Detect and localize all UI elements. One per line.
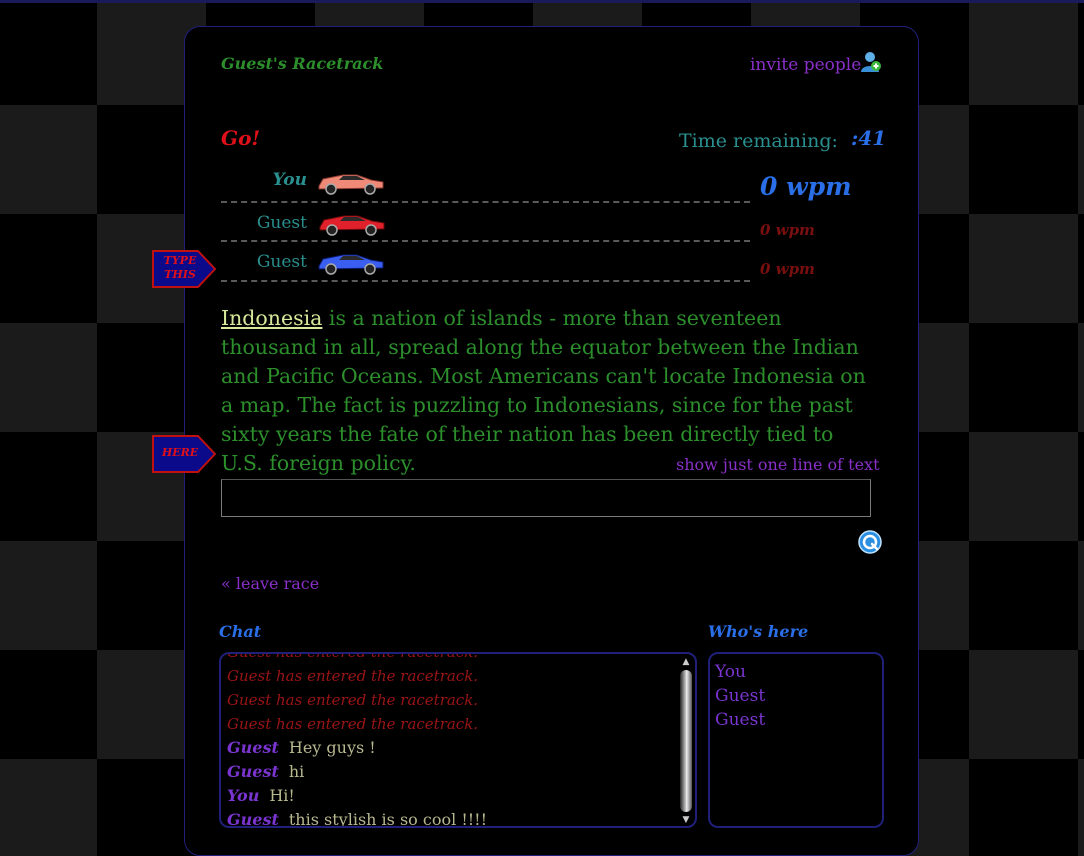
lane-name-guest: Guest [256, 252, 307, 272]
chat-text: Hi! [269, 786, 295, 805]
wpm-you: 0 wpm [760, 172, 852, 201]
invite-people-link[interactable]: invite people [750, 55, 861, 75]
chat-system-line: Guest has entered the racetrack. [227, 691, 479, 709]
passage-remaining: is a nation of islands - more than seven… [221, 306, 866, 475]
chat-author: You [227, 786, 260, 805]
chat-log[interactable]: Guest has entered the racetrack. Guest h… [219, 652, 697, 828]
car-you-icon [318, 174, 384, 195]
race-status: Go! [221, 126, 261, 150]
chat-message: Guest hi [227, 760, 675, 784]
chat-text: Hey guys ! [288, 738, 376, 757]
time-remaining-value: :41 [851, 126, 887, 150]
whos-here-list: You Guest Guest [708, 652, 884, 828]
lane-name-guest: Guest [256, 213, 307, 233]
show-one-line-link[interactable]: show just one line of text [676, 455, 880, 474]
chat-message: You Hi! [227, 784, 675, 808]
type-this-flag: TYPE THIS [152, 250, 216, 288]
scroll-up-icon[interactable]: ▲ [679, 656, 693, 668]
chat-author: Guest [227, 810, 279, 828]
chat-message: Guest Hey guys ! [227, 736, 675, 760]
leave-race-link[interactable]: « leave race [221, 574, 319, 593]
participant-item: Guest [715, 686, 766, 706]
add-person-icon[interactable] [858, 50, 882, 74]
scroll-thumb[interactable] [680, 670, 692, 812]
scroll-down-icon[interactable]: ▼ [679, 814, 693, 826]
lane-divider [221, 240, 750, 242]
chat-system-line: Guest has entered the racetrack. [227, 667, 479, 685]
lane-divider [221, 280, 750, 282]
chat-heading: Chat [219, 622, 262, 641]
here-flag: HERE [152, 435, 216, 473]
time-remaining-label: Time remaining: [679, 130, 838, 152]
chat-system-line: Guest has entered the racetrack. [227, 652, 479, 661]
refresh-help-icon[interactable] [858, 530, 882, 554]
chat-author: Guest [227, 762, 279, 781]
current-word: Indonesia [221, 306, 323, 330]
wpm-guest-1: 0 wpm [760, 221, 815, 239]
chat-system-line: Guest has entered the racetrack. [227, 715, 479, 733]
wpm-guest-2: 0 wpm [760, 260, 815, 278]
chat-text: hi [288, 762, 305, 781]
chat-author: Guest [227, 738, 279, 757]
chat-message: Guest this stylish is so cool !!!! [227, 808, 675, 828]
chat-scrollbar[interactable]: ▲ ▼ [679, 656, 693, 826]
racetrack-title: Guest's Racetrack [221, 54, 384, 73]
participant-item: You [715, 662, 746, 682]
whos-here-heading: Who's here [708, 622, 809, 641]
lane-divider [221, 201, 750, 203]
participant-item: Guest [715, 710, 766, 730]
car-guest-blue-icon [318, 254, 384, 275]
car-guest-red-icon [319, 215, 385, 236]
passage-text: Indonesia is a nation of islands - more … [221, 304, 881, 478]
top-border [0, 0, 1084, 3]
typing-input[interactable] [221, 479, 871, 517]
lane-name-you: You [272, 170, 307, 190]
chat-text: this stylish is so cool !!!! [288, 810, 488, 828]
